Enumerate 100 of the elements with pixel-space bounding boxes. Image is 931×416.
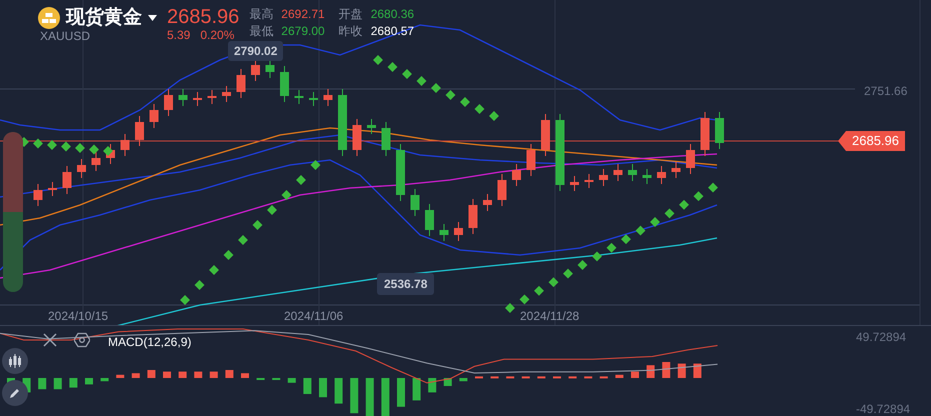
histogram-bar — [662, 362, 670, 378]
candlestick — [657, 166, 666, 184]
histogram-bar — [412, 378, 421, 400]
settings-button[interactable] — [73, 331, 91, 349]
pencil-tool-button[interactable] — [2, 380, 28, 406]
candlestick — [280, 66, 289, 102]
histogram-bar — [584, 376, 592, 378]
instrument-title[interactable]: 现货黄金 — [66, 7, 142, 29]
histogram-bar — [537, 376, 546, 378]
histogram-bar — [38, 378, 46, 390]
date-axis-label: 2024/10/15 — [48, 308, 108, 325]
close-button[interactable] — [42, 332, 58, 348]
percent-change: 0.20% — [200, 27, 234, 43]
candlestick — [150, 104, 158, 128]
candlestick — [208, 90, 216, 104]
candlestick — [512, 164, 521, 186]
candlestick — [48, 182, 57, 196]
price-axis-label: 2751.66 — [864, 83, 908, 100]
candlestick — [178, 88, 188, 106]
candlestick — [309, 92, 318, 106]
histogram-bar — [132, 373, 140, 378]
candlestick — [410, 188, 420, 216]
date-axis-label: 2024/11/06 — [284, 308, 344, 325]
current-price: 2685.96 — [167, 7, 240, 27]
low-price-marker: 2536.78 — [377, 273, 434, 295]
histogram-bar — [381, 378, 390, 416]
candlestick — [570, 176, 579, 192]
candlestick — [483, 194, 492, 212]
candlestick — [498, 174, 506, 206]
candlestick — [541, 114, 550, 156]
bullion-icon — [38, 7, 60, 29]
candlestick — [236, 68, 246, 98]
histogram-bar — [693, 364, 702, 378]
symbol-code: XAUUSD — [40, 29, 92, 43]
histogram-bar — [163, 372, 171, 378]
histogram-bar — [178, 372, 187, 378]
candlestick — [266, 58, 274, 78]
histogram-bar — [428, 378, 436, 392]
candlestick — [700, 112, 710, 156]
histogram-bar — [225, 370, 234, 378]
histogram-bar — [568, 376, 577, 378]
histogram-bar — [631, 372, 639, 378]
candlestick — [599, 168, 608, 186]
candlestick — [62, 166, 72, 194]
candlestick — [135, 116, 144, 146]
histogram-bar — [646, 365, 655, 378]
candlestick — [324, 88, 332, 106]
candlestick — [440, 224, 448, 242]
pencil-icon — [9, 387, 21, 399]
stat-value: 2692.71 — [281, 8, 325, 21]
stat-value: 2680.36 — [370, 8, 414, 21]
histogram-bar — [490, 376, 499, 378]
histogram-bar — [241, 373, 249, 378]
candlestick — [396, 144, 405, 202]
histogram-bar — [397, 378, 405, 407]
histogram-bar — [366, 378, 374, 416]
histogram-bar — [303, 378, 312, 394]
histogram-bar — [615, 374, 624, 378]
caret-icon[interactable] — [148, 15, 157, 21]
histogram-bar — [100, 378, 109, 382]
macd-title: MACD(12,26,9) — [108, 334, 192, 351]
histogram-bar — [147, 370, 156, 378]
candlestick — [672, 162, 680, 178]
candlestick — [222, 86, 231, 102]
date-axis-label: 2024/11/28 — [520, 308, 580, 325]
histogram-bar — [475, 376, 483, 378]
candlestick-icon — [8, 354, 22, 368]
histogram-bar — [334, 378, 343, 404]
candlestick — [367, 118, 376, 134]
histogram-bar — [194, 372, 202, 378]
histogram-bar — [522, 376, 530, 378]
candlestick — [92, 152, 100, 172]
stat-label: 开盘 — [338, 8, 363, 21]
stat-label: 昨收 — [338, 25, 363, 38]
candlestick — [526, 144, 536, 176]
histogram-bar — [54, 378, 62, 390]
candlestick — [77, 158, 86, 178]
histogram-bar — [319, 378, 327, 398]
histogram-bar — [350, 378, 358, 414]
candlestick — [193, 92, 202, 106]
histogram-bar — [553, 376, 561, 378]
candlestick — [686, 144, 695, 174]
stat-label: 最高 — [249, 8, 274, 21]
candlestick — [614, 164, 622, 182]
price-tag-pointer-icon — [838, 131, 846, 151]
candlestick-tool-button[interactable] — [2, 348, 28, 374]
candlestick — [584, 174, 594, 188]
histogram-bar — [288, 378, 296, 383]
candlestick — [34, 184, 42, 206]
histogram-bar — [85, 378, 93, 384]
candlestick — [715, 112, 724, 150]
candlestick — [352, 118, 362, 156]
histogram-bar — [69, 378, 78, 388]
histogram-bar — [116, 374, 124, 378]
macd-axis-label: 49.72894 — [856, 329, 906, 346]
candlestick — [425, 204, 434, 236]
macd-axis-label: -49.72894 — [856, 401, 910, 416]
candlestick — [164, 88, 173, 116]
stat-label: 最低 — [249, 25, 274, 38]
candlestick — [454, 222, 463, 242]
